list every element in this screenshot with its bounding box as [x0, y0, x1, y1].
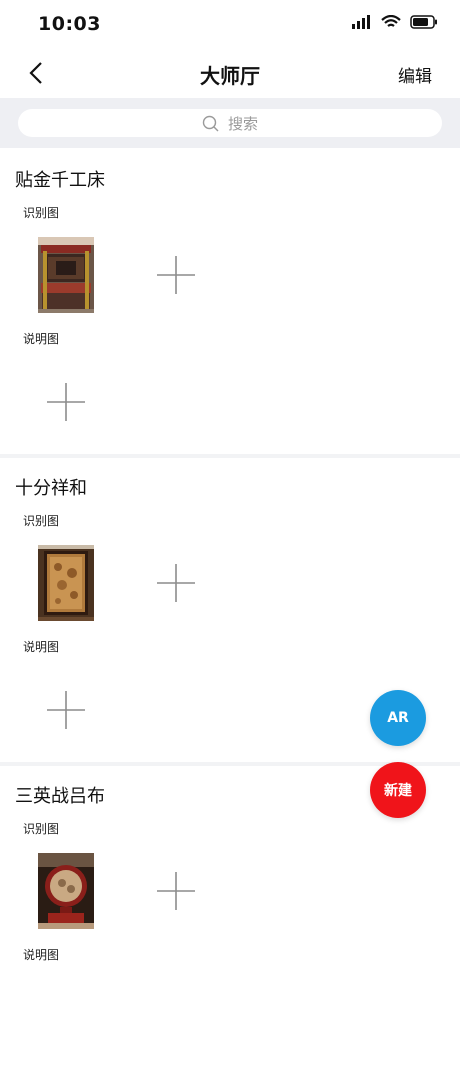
- section-title: 三英战吕布: [15, 786, 105, 807]
- add-recognition-image-button[interactable]: [156, 255, 196, 295]
- search-icon: [202, 115, 219, 131]
- battery-icon: [410, 15, 437, 29]
- recognition-image-label: 识别图: [23, 514, 60, 528]
- recognition-image-thumbnail[interactable]: [38, 545, 94, 621]
- search-placeholder: 搜索: [227, 115, 258, 133]
- add-description-image-button[interactable]: [46, 690, 86, 730]
- description-image-label: 说明图: [23, 332, 60, 346]
- edit-button[interactable]: 编辑: [398, 62, 432, 87]
- search-bar-container: 搜索: [0, 98, 460, 148]
- recognition-image-label: 识别图: [23, 822, 60, 836]
- add-description-image-button[interactable]: [46, 382, 86, 422]
- wifi-icon: [381, 15, 401, 27]
- exhibit-section: 贴金千工床 识别图 说明图: [0, 148, 460, 456]
- description-image-label: 说明图: [23, 948, 60, 962]
- new-button[interactable]: 新建: [370, 762, 426, 818]
- add-recognition-image-button[interactable]: [156, 871, 196, 911]
- cellular-signal-icon: [352, 15, 370, 29]
- ar-button[interactable]: AR: [370, 690, 426, 746]
- status-time: 10:03: [38, 13, 101, 35]
- description-image-label: 说明图: [23, 640, 60, 654]
- status-bar: 10:03: [0, 0, 460, 48]
- nav-bar: 大师厅 编辑: [0, 48, 460, 98]
- section-title: 十分祥和: [15, 478, 87, 499]
- section-title: 贴金千工床: [15, 170, 105, 191]
- search-input[interactable]: 搜索: [18, 109, 442, 137]
- page-title: 大师厅: [200, 64, 260, 88]
- recognition-image-label: 识别图: [23, 206, 60, 220]
- add-recognition-image-button[interactable]: [156, 563, 196, 603]
- recognition-image-thumbnail[interactable]: [38, 237, 94, 313]
- recognition-image-thumbnail[interactable]: [38, 853, 94, 929]
